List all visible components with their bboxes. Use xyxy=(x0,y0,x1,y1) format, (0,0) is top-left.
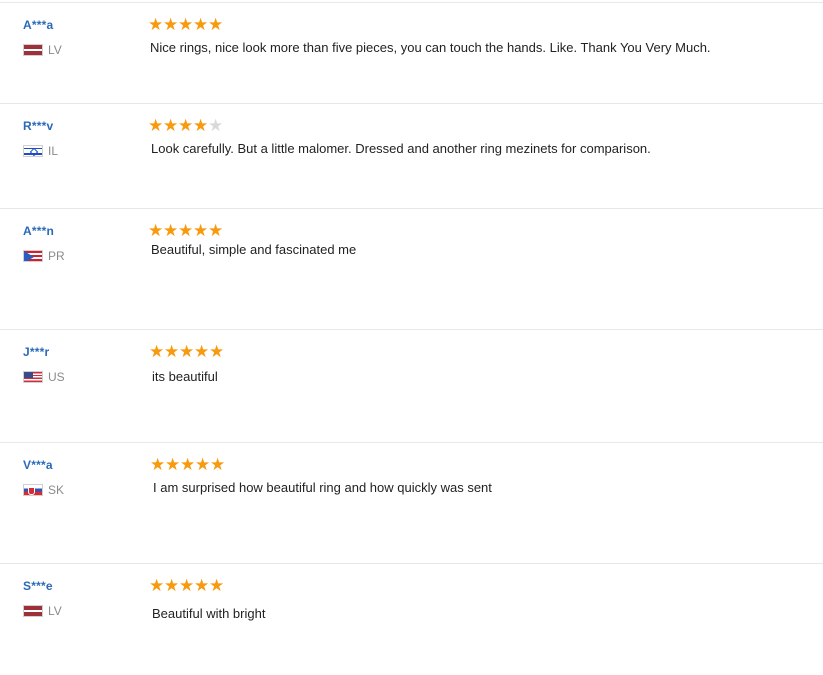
review-text: its beautiful xyxy=(152,369,218,384)
star-rating: ★ ★ ★ ★ ★ xyxy=(149,343,224,361)
review-text: Beautiful, simple and fascinated me xyxy=(151,242,357,257)
star-filled-icon: ★ xyxy=(179,576,195,595)
buyer-country: PR xyxy=(23,249,65,263)
buyer-name: A***n xyxy=(23,224,55,238)
star-filled-icon: ★ xyxy=(210,455,226,474)
star-filled-icon: ★ xyxy=(178,15,194,34)
latvia-flag-icon xyxy=(23,44,43,56)
slovakia-flag-icon xyxy=(23,484,43,496)
buyer-country: US xyxy=(23,370,65,384)
star-filled-icon: ★ xyxy=(194,342,210,361)
star-filled-icon: ★ xyxy=(148,116,164,135)
star-filled-icon: ★ xyxy=(208,221,224,240)
star-rating: ★ ★ ★ ★ ★ xyxy=(149,577,224,595)
buyer-country: LV xyxy=(23,604,62,618)
star-filled-icon: ★ xyxy=(149,342,165,361)
star-filled-icon: ★ xyxy=(193,116,209,135)
divider xyxy=(0,329,823,330)
israel-flag-icon xyxy=(23,145,43,157)
puerto-rico-flag-icon xyxy=(23,250,43,262)
divider xyxy=(0,103,823,104)
country-code: LV xyxy=(48,43,62,57)
buyer-name: S***e xyxy=(23,579,53,593)
review-text: I am surprised how beautiful ring and ho… xyxy=(153,480,492,495)
country-code: US xyxy=(48,370,65,384)
star-filled-icon: ★ xyxy=(163,15,179,34)
divider xyxy=(0,2,823,3)
country-code: IL xyxy=(48,144,59,158)
review-text: Look carefully. But a little malomer. Dr… xyxy=(151,141,651,156)
buyer-name: R***v xyxy=(23,119,54,133)
star-filled-icon: ★ xyxy=(163,221,179,240)
star-filled-icon: ★ xyxy=(148,221,164,240)
star-rating: ★ ★ ★ ★ ★ xyxy=(148,222,223,240)
latvia-flag-icon xyxy=(23,605,43,617)
star-filled-icon: ★ xyxy=(178,116,194,135)
star-filled-icon: ★ xyxy=(148,15,164,34)
star-filled-icon: ★ xyxy=(149,576,165,595)
star-filled-icon: ★ xyxy=(209,342,225,361)
feedback-list: A***a LV ★ ★ ★ ★ ★ Nice rings, nice look mor… xyxy=(0,0,823,675)
buyer-name: J***r xyxy=(23,345,50,359)
star-rating: ★ ★ ★ ★ ★ xyxy=(150,456,225,474)
usa-flag-icon xyxy=(23,371,43,383)
buyer-name: V***a xyxy=(23,458,53,472)
country-code: LV xyxy=(48,604,62,618)
star-filled-icon: ★ xyxy=(164,342,180,361)
divider xyxy=(0,563,823,564)
buyer-name: A***a xyxy=(23,18,54,32)
star-filled-icon: ★ xyxy=(193,221,209,240)
star-filled-icon: ★ xyxy=(164,576,180,595)
star-filled-icon: ★ xyxy=(178,221,194,240)
star-rating: ★ ★ ★ ★ ★ xyxy=(148,16,223,34)
star-filled-icon: ★ xyxy=(150,455,166,474)
star-filled-icon: ★ xyxy=(208,15,224,34)
buyer-country: LV xyxy=(23,43,62,57)
divider xyxy=(0,208,823,209)
star-rating: ★ ★ ★ ★ ★ xyxy=(148,117,223,135)
buyer-country: IL xyxy=(23,144,58,158)
star-filled-icon: ★ xyxy=(209,576,225,595)
country-code: PR xyxy=(48,249,65,263)
divider xyxy=(0,442,823,443)
review-text: Nice rings, nice look more than five pie… xyxy=(150,40,711,55)
review-text: Beautiful with bright xyxy=(152,606,266,621)
star-filled-icon: ★ xyxy=(163,116,179,135)
star-filled-icon: ★ xyxy=(195,455,211,474)
star-filled-icon: ★ xyxy=(194,576,210,595)
star-filled-icon: ★ xyxy=(179,342,195,361)
star-filled-icon: ★ xyxy=(180,455,196,474)
star-filled-icon: ★ xyxy=(165,455,181,474)
buyer-country: SK xyxy=(23,483,64,497)
star-empty-icon: ★ xyxy=(208,116,224,135)
country-code: SK xyxy=(48,483,65,497)
star-filled-icon: ★ xyxy=(193,15,209,34)
